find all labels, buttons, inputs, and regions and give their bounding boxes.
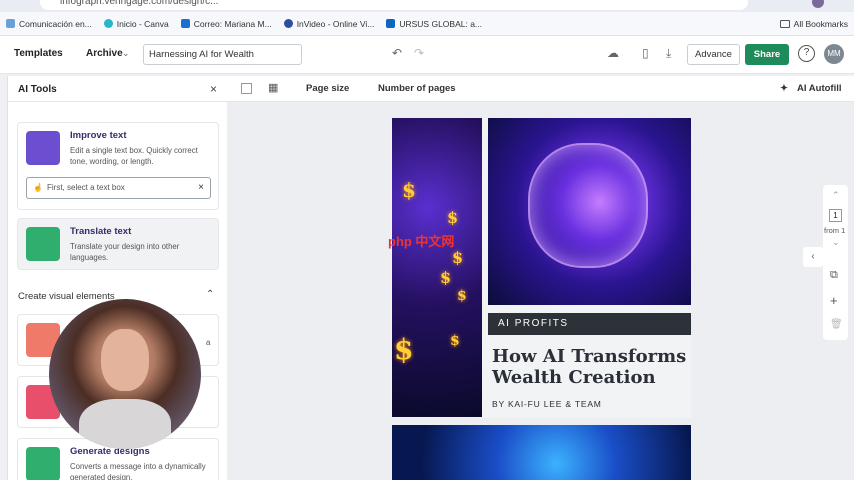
ai-money-image[interactable]: $ $ $ $ $ $ $	[392, 118, 482, 417]
chevron-down-icon[interactable]: ⌄	[122, 48, 130, 59]
canva-favicon-icon	[103, 19, 113, 28]
chevron-up-icon[interactable]: ⌃	[832, 190, 840, 201]
archive-menu[interactable]: Archive	[86, 48, 123, 59]
help-icon[interactable]: ?	[798, 45, 815, 62]
page-count: from 1	[824, 226, 846, 235]
page-number-input[interactable]: 1	[829, 209, 842, 222]
undo-icon[interactable]: ↶	[392, 46, 402, 60]
share-button[interactable]: Share	[745, 44, 789, 65]
cloud-sync-icon[interactable]: ☁	[607, 46, 619, 60]
improve-text-card[interactable]: Improve text Edit a single text box. Qui…	[17, 122, 219, 210]
edit-text-icon	[26, 131, 60, 165]
duplicate-icon[interactable]: ⧉	[830, 269, 838, 282]
translate-text-card[interactable]: Translate text Translate your design int…	[17, 218, 219, 270]
watermark-text: php 中文网	[388, 234, 455, 249]
section-title: Create visual elements	[18, 291, 115, 302]
dollar-sign-icon: $	[402, 178, 416, 202]
chevron-down-icon[interactable]: ⌄	[832, 237, 840, 248]
brain-shape	[528, 143, 648, 268]
sparkle-icon: ✦	[780, 83, 788, 94]
avatar[interactable]: MM	[824, 44, 844, 64]
add-icon[interactable]: +	[830, 293, 838, 308]
presenter-body	[79, 399, 171, 449]
browser-url-bar: infograph.venngage.com/design/c...	[0, 0, 854, 12]
bookmark-item[interactable]: URSUS GLOBAL: a...	[386, 19, 482, 29]
bookmark-item[interactable]: Inicio - Canva	[103, 19, 169, 29]
document-title-input[interactable]: Harnessing AI for Wealth	[143, 44, 302, 65]
number-of-pages-button[interactable]: Number of pages	[378, 83, 456, 94]
translate-icon	[26, 227, 60, 261]
close-icon[interactable]: ×	[210, 82, 217, 96]
close-icon[interactable]: ×	[198, 178, 204, 198]
card-description: a	[206, 338, 211, 347]
app-header: Templates Archive ⌄ Harnessing AI for We…	[0, 36, 854, 74]
linkedin-favicon-icon	[386, 19, 396, 28]
card-description: Edit a single text box. Quickly correct …	[70, 146, 198, 166]
file-icon[interactable]: ▯	[642, 46, 649, 60]
all-bookmarks-button[interactable]: All Bookmarks	[779, 12, 848, 36]
chevron-left-icon[interactable]: ‹	[803, 247, 823, 267]
document-icon	[26, 447, 60, 480]
dollar-sign-icon: $	[440, 268, 452, 287]
grid-icon[interactable]: ▦	[268, 81, 278, 94]
card-title: Improve text	[70, 130, 127, 141]
invideo-favicon-icon	[283, 19, 293, 28]
bookmark-item[interactable]: Correo: Mariana M...	[180, 19, 272, 29]
dollar-sign-icon: $	[447, 208, 459, 227]
bookmarks-bar: Comunicación en... Inicio - Canva Correo…	[0, 12, 854, 36]
webcam-overlay	[49, 299, 201, 449]
panel-title: AI Tools	[18, 84, 57, 95]
network-image[interactable]	[392, 425, 691, 480]
bookmark-item[interactable]: Comunicación en...	[6, 19, 92, 29]
canvas-toolbar: ▦ Page size Number of pages ✦ AI Autofil…	[227, 76, 854, 102]
text-box-select[interactable]: ☝ First, select a text box ×	[26, 177, 211, 199]
page-navigator: ⌃ 1 from 1 ⌄ ⧉ + 🗑	[823, 185, 848, 340]
bookmark-favicon-icon	[6, 19, 15, 28]
bookmark-item[interactable]: InVideo - Online Vi...	[283, 19, 374, 29]
outlook-favicon-icon	[180, 19, 190, 28]
background-color-icon[interactable]	[241, 83, 252, 94]
trash-icon[interactable]: 🗑	[830, 319, 843, 330]
tag-banner[interactable]: AI PROFITS	[488, 313, 691, 335]
dollar-sign-icon: $	[457, 288, 467, 304]
ai-autofill-button[interactable]: AI Autofill	[797, 83, 842, 94]
card-description: Translate your design into other languag…	[70, 242, 180, 262]
ai-brain-image[interactable]	[488, 118, 691, 305]
card-description: Converts a message into a dynamically ge…	[70, 462, 206, 480]
dollar-sign-icon: $	[450, 333, 460, 349]
dollar-sign-icon: $	[394, 333, 414, 366]
card-title: Translate text	[70, 226, 132, 237]
page-size-button[interactable]: Page size	[306, 83, 349, 94]
design-headline[interactable]: How AI Transforms Wealth Creation	[492, 346, 688, 388]
chevron-up-icon[interactable]: ⌃	[206, 289, 214, 300]
panel-header: AI Tools ×	[8, 76, 227, 102]
presenter-face	[101, 329, 149, 391]
dollar-sign-icon: $	[452, 248, 464, 267]
download-icon[interactable]: ⤓	[666, 46, 671, 61]
profile-icon[interactable]	[812, 0, 824, 8]
design-byline[interactable]: BY KAI-FU LEE & TEAM	[492, 399, 602, 409]
folder-icon	[779, 20, 790, 28]
pointer-hand-icon: ☝	[33, 183, 43, 192]
url-field[interactable]: infograph.venngage.com/design/c...	[40, 0, 748, 10]
templates-menu[interactable]: Templates	[14, 48, 63, 59]
advance-button[interactable]: Advance	[687, 44, 740, 65]
redo-icon[interactable]: ↷	[414, 46, 424, 60]
